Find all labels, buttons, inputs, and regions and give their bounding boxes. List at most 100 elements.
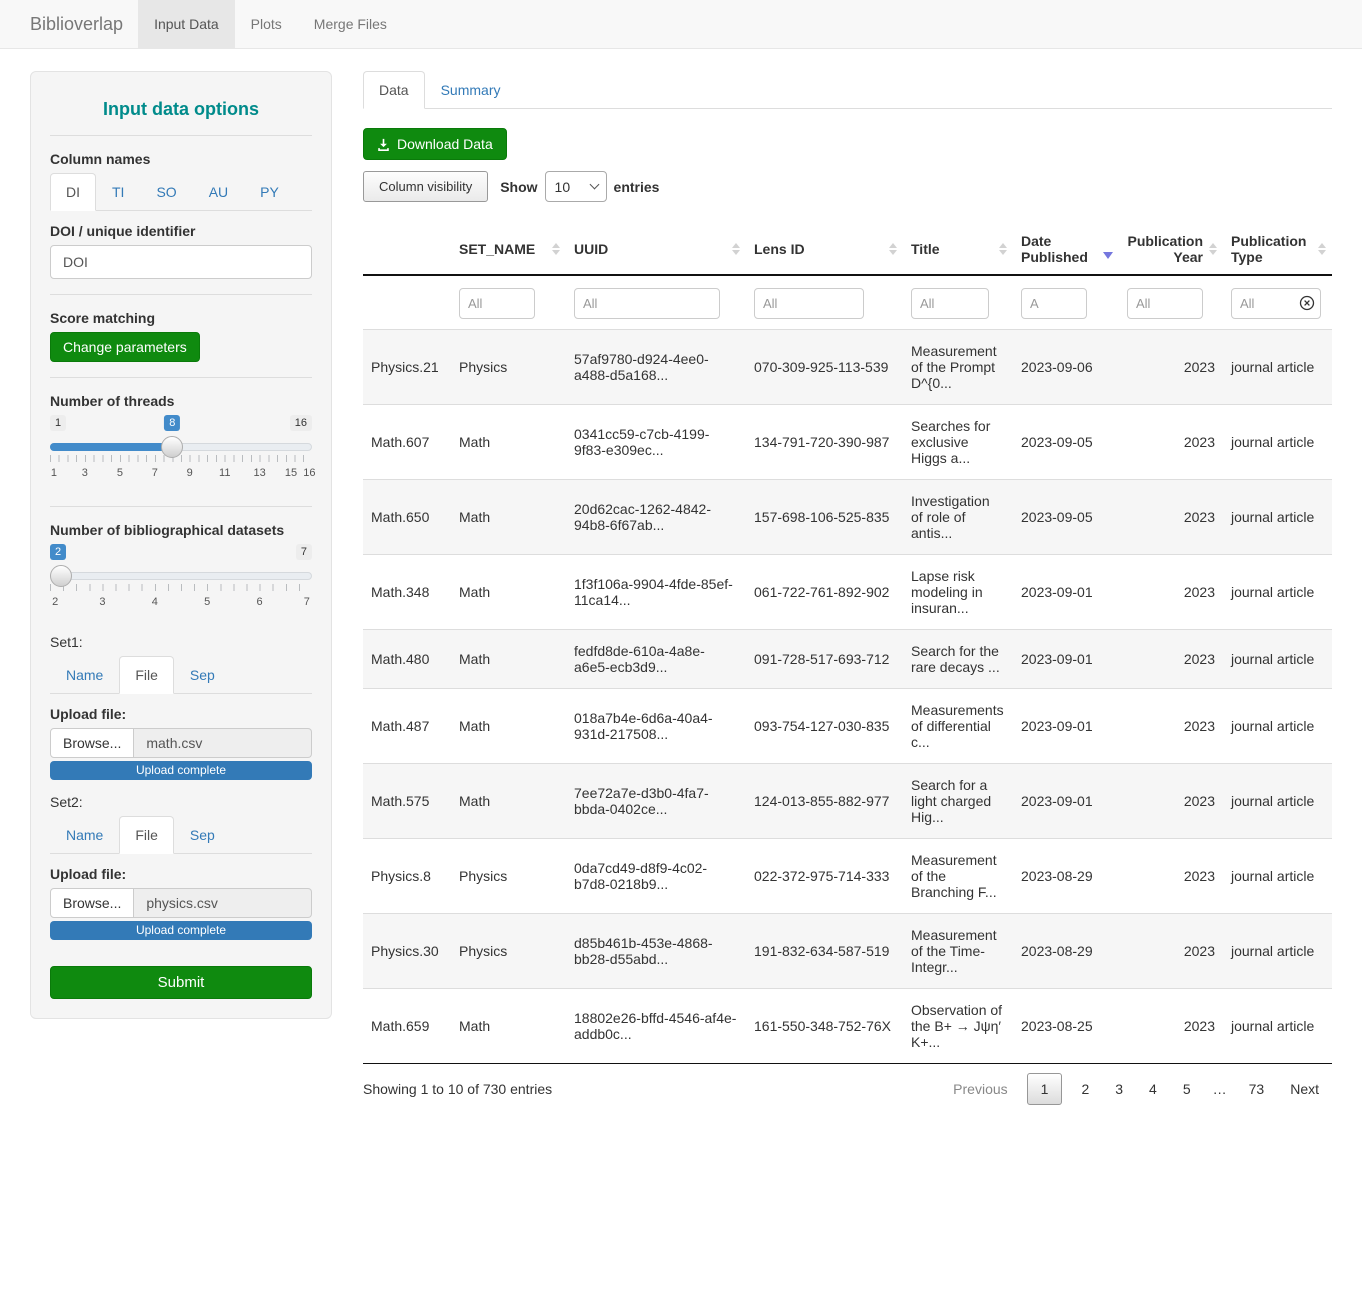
slider-tick-label: 2 xyxy=(52,596,58,608)
set2-label: Set2: xyxy=(50,794,312,810)
slider-tick-label: 7 xyxy=(304,596,310,608)
set1-tab-name[interactable]: Name xyxy=(50,656,119,694)
score-matching-label: Score matching xyxy=(50,310,312,326)
tab-au[interactable]: AU xyxy=(193,173,244,211)
clear-filter-icon[interactable] xyxy=(1299,295,1315,311)
sidebar-title: Input data options xyxy=(50,99,312,120)
doi-input[interactable] xyxy=(50,245,312,279)
set2-tabs: Name File Sep xyxy=(50,816,312,854)
set1-filename-field: math.csv xyxy=(134,728,312,758)
filter-date-published[interactable] xyxy=(1021,288,1087,319)
datasets-value-badge: 2 xyxy=(50,544,66,560)
tab-ti[interactable]: TI xyxy=(96,173,140,211)
download-data-button[interactable]: Download Data xyxy=(363,128,507,160)
slider-tick-label: 9 xyxy=(187,467,193,479)
set2-tab-sep[interactable]: Sep xyxy=(174,816,231,854)
threads-slider[interactable]: 1 16 8 1 3 5 7 9 11 13 15 16 xyxy=(50,415,312,491)
slider-tick-label: 11 xyxy=(219,467,230,479)
doi-field-label: DOI / unique identifier xyxy=(50,223,312,239)
set1-tabs: Name File Sep xyxy=(50,656,312,694)
slider-tick-label: 3 xyxy=(99,596,105,608)
filter-publication-year[interactable] xyxy=(1127,288,1203,319)
divider xyxy=(50,135,312,136)
column-visibility-button[interactable]: Column visibility xyxy=(363,171,488,202)
sort-icon xyxy=(732,243,740,255)
pagination-page-3[interactable]: 3 xyxy=(1102,1074,1136,1104)
set1-tab-file[interactable]: File xyxy=(119,656,174,694)
set1-browse-button[interactable]: Browse... xyxy=(50,728,134,758)
set2-upload-label: Upload file: xyxy=(50,866,312,882)
pagination-page-4[interactable]: 4 xyxy=(1136,1074,1170,1104)
page-length-select[interactable]: 10 xyxy=(545,171,607,202)
column-header-title[interactable]: Title xyxy=(903,224,1013,275)
tab-summary[interactable]: Summary xyxy=(425,71,517,109)
set1-tab-sep[interactable]: Sep xyxy=(174,656,231,694)
datasets-slider[interactable]: 2 7 2 3 4 5 6 7 xyxy=(50,544,312,620)
results-table: SET_NAME UUID Lens ID Title Date Publish… xyxy=(363,224,1332,1064)
divider xyxy=(50,377,312,378)
input-options-panel: Input data options Column names DI TI SO… xyxy=(30,71,332,1019)
set2-browse-button[interactable]: Browse... xyxy=(50,888,134,918)
slider-ticks xyxy=(50,455,312,462)
slider-tick-label: 5 xyxy=(117,467,123,479)
sort-descending-icon xyxy=(1103,252,1113,259)
pagination-previous[interactable]: Previous xyxy=(940,1074,1020,1104)
pagination-page-2[interactable]: 2 xyxy=(1068,1074,1102,1104)
table-row: Math.348Math 1f3f106a-9904-4fde-85ef-11c… xyxy=(363,555,1332,630)
filter-uuid[interactable] xyxy=(574,288,720,319)
threads-max-badge: 16 xyxy=(290,415,312,431)
slider-tick-label: 15 xyxy=(285,467,297,479)
column-header-publication-type[interactable]: Publication Type xyxy=(1223,224,1332,275)
download-button-label: Download Data xyxy=(397,136,493,152)
pagination-page-73[interactable]: 73 xyxy=(1236,1074,1278,1104)
tab-data[interactable]: Data xyxy=(363,71,425,109)
sort-icon xyxy=(552,243,560,255)
tab-di[interactable]: DI xyxy=(50,173,96,211)
table-row: Math.487Math 018a7b4e-6d6a-40a4-931d-217… xyxy=(363,689,1332,764)
change-parameters-button[interactable]: Change parameters xyxy=(50,332,200,362)
column-header-date-published[interactable]: Date Published xyxy=(1013,224,1119,275)
slider-track[interactable] xyxy=(50,572,312,580)
table-row: Math.607Math 0341cc59-c7cb-4199-9f83-e30… xyxy=(363,405,1332,480)
slider-tick-label: 6 xyxy=(257,596,263,608)
column-header-publication-year[interactable]: Publication Year xyxy=(1119,224,1223,275)
filter-title[interactable] xyxy=(911,288,989,319)
column-header-set-name[interactable]: SET_NAME xyxy=(451,224,566,275)
divider xyxy=(50,294,312,295)
show-entries-control: Show 10 entries xyxy=(500,171,659,202)
threads-min-badge: 1 xyxy=(50,415,66,431)
navbar-tab-plots[interactable]: Plots xyxy=(235,0,298,48)
table-row: Physics.30Physics d85b461b-453e-4868-bb2… xyxy=(363,914,1332,989)
navbar-tab-input-data[interactable]: Input Data xyxy=(138,0,235,48)
threads-value-badge: 8 xyxy=(164,415,180,431)
datasets-slider-handle[interactable] xyxy=(50,565,72,587)
filter-set-name[interactable] xyxy=(459,288,535,319)
set2-tab-file[interactable]: File xyxy=(119,816,174,854)
table-row: Math.480Math fedfd8de-610a-4a8e-a6e5-ecb… xyxy=(363,630,1332,689)
pagination-page-1[interactable]: 1 xyxy=(1027,1073,1063,1105)
pagination-page-5[interactable]: 5 xyxy=(1170,1074,1204,1104)
tab-so[interactable]: SO xyxy=(140,173,192,211)
divider xyxy=(50,506,312,507)
set1-label: Set1: xyxy=(50,634,312,650)
set2-tab-name[interactable]: Name xyxy=(50,816,119,854)
threads-slider-label: Number of threads xyxy=(50,393,312,409)
navbar-tab-merge-files[interactable]: Merge Files xyxy=(298,0,403,48)
show-entries-prefix: Show xyxy=(500,179,537,195)
slider-tick-label: 1 xyxy=(51,467,57,479)
tab-py[interactable]: PY xyxy=(244,173,295,211)
pagination-ellipsis: … xyxy=(1204,1074,1236,1104)
navbar-tabs: Input Data Plots Merge Files xyxy=(138,0,403,48)
submit-button[interactable]: Submit xyxy=(50,966,312,999)
slider-fill xyxy=(50,443,172,451)
set2-upload-progress: Upload complete xyxy=(50,921,312,940)
datasets-max-badge: 7 xyxy=(296,544,312,560)
download-icon xyxy=(377,138,390,151)
column-header-uuid[interactable]: UUID xyxy=(566,224,746,275)
column-header-lens-id[interactable]: Lens ID xyxy=(746,224,903,275)
slider-ticks xyxy=(50,584,312,591)
top-navbar: Biblioverlap Input Data Plots Merge File… xyxy=(0,0,1362,49)
filter-lens-id[interactable] xyxy=(754,288,864,319)
filter-cell-empty xyxy=(363,275,451,330)
pagination-next[interactable]: Next xyxy=(1277,1074,1332,1104)
